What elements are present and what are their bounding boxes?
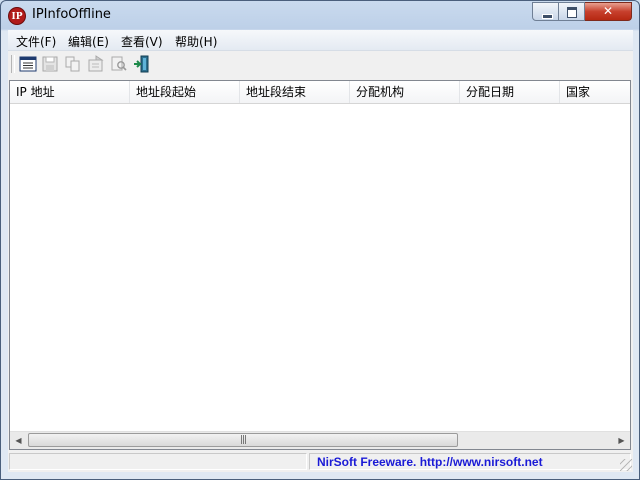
properties-icon[interactable] [18,54,38,74]
exit-icon[interactable] [132,54,152,74]
client-area: 文件(F) 编辑(E) 查看(V) 帮助(H) IP 地址 地址段起始 地址段结… [8,30,633,472]
ip-list-view[interactable]: IP 地址 地址段起始 地址段结束 分配机构 分配日期 国家 ◀ ||| ▶ [9,80,631,450]
nirsoft-link[interactable]: NirSoft Freeware. http://www.nirsoft.net [317,455,543,469]
status-pane-left [9,453,307,470]
scrollbar-thumb[interactable]: ||| [28,433,458,447]
menu-edit[interactable]: 编辑(E) [66,33,111,50]
column-header-range-end[interactable]: 地址段结束 [240,81,350,103]
app-icon[interactable]: IP [8,7,26,25]
list-header: IP 地址 地址段起始 地址段结束 分配机构 分配日期 国家 [10,81,630,104]
menu-file[interactable]: 文件(F) [14,33,58,50]
column-header-assigned-date[interactable]: 分配日期 [460,81,560,103]
title-bar[interactable]: IP IPInfoOffline ✕ [1,1,639,29]
maximize-button[interactable] [559,2,585,21]
main-window: IP IPInfoOffline ✕ 文件(F) 编辑(E) 查看(V) 帮助(… [0,0,640,480]
window-title: IPInfoOffline [32,7,111,22]
scroll-right-icon[interactable]: ▶ [613,432,630,449]
menu-help[interactable]: 帮助(H) [173,33,219,50]
menu-view[interactable]: 查看(V) [119,33,165,50]
toolbar-grip[interactable] [11,55,15,73]
close-icon: ✕ [602,4,614,18]
horizontal-scrollbar[interactable]: ◀ ||| ▶ [10,431,630,449]
html-report-icon[interactable] [86,54,106,74]
save-icon[interactable] [40,54,60,74]
scroll-left-icon[interactable]: ◀ [10,432,27,449]
menu-bar: 文件(F) 编辑(E) 查看(V) 帮助(H) [8,30,633,51]
column-header-ip-address[interactable]: IP 地址 [10,81,130,103]
minimize-button[interactable] [532,2,559,21]
column-header-registry[interactable]: 分配机构 [350,81,460,103]
toolbar [8,51,633,78]
status-bar: NirSoft Freeware. http://www.nirsoft.net [8,451,633,472]
column-header-country[interactable]: 国家 [560,81,630,103]
column-header-range-start[interactable]: 地址段起始 [130,81,240,103]
copy-icon[interactable] [63,54,83,74]
size-grip-icon[interactable] [620,459,632,471]
maximize-icon [567,7,577,18]
minimize-icon [542,14,553,19]
close-button[interactable]: ✕ [585,2,632,21]
find-icon[interactable] [109,54,129,74]
